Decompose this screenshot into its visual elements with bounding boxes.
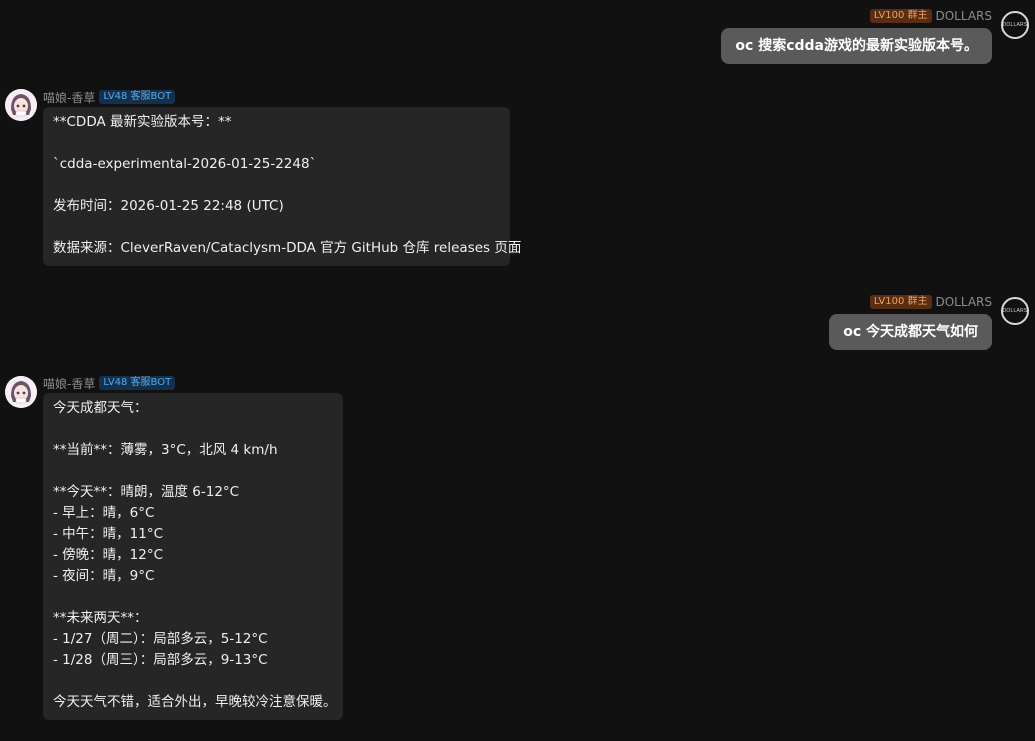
message-meta: LV100 群主 DOLLARS (829, 294, 992, 310)
bot-avatar[interactable] (5, 89, 37, 121)
level-badge: LV48 客服BOT (99, 376, 176, 390)
bubble-line: **未来两天**： (53, 610, 148, 626)
chat-window: LV100 群主 DOLLARS oc 搜索cdda游戏的最新实验版本号。 DO… (0, 0, 1035, 741)
bubble-line: - 早上：晴，6°C (53, 505, 155, 521)
bot-name[interactable]: 喵娘-香草 (43, 89, 95, 106)
user-message-2: LV100 群主 DOLLARS oc 今天成都天气如何 (829, 294, 992, 350)
avatar-label: DOLLARS (1002, 308, 1028, 314)
bot-avatar-image (5, 89, 37, 121)
bubble-line: 今天成都天气： (53, 400, 148, 416)
bubble-line (53, 175, 500, 196)
bubble-line: - 傍晚：晴，12°C (53, 547, 164, 563)
user-name[interactable]: DOLLARS (936, 9, 993, 23)
message-meta: 喵娘-香草 LV48 客服BOT (43, 89, 510, 105)
level-badge: LV100 群主 (869, 9, 932, 23)
bot-message-1: 喵娘-香草 LV48 客服BOT **CDDA 最新实验版本号：** `cdda… (43, 89, 522, 266)
bubble-line: **今天**：晴朗，温度 6-12°C (53, 484, 240, 500)
bot-name[interactable]: 喵娘-香草 (43, 375, 95, 392)
bubble-line: **当前**：薄雾，3°C，北风 4 km/h (53, 442, 278, 458)
bubble-line (53, 587, 333, 608)
bubble-line (53, 461, 333, 482)
bubble-line: 今天天气不错，适合外出，早晚较冷注意保暖。 (53, 694, 337, 710)
user-avatar[interactable]: DOLLARS (1001, 11, 1029, 39)
avatar-label: DOLLARS (1002, 22, 1028, 28)
message-meta: LV100 群主 DOLLARS (721, 8, 992, 24)
bubble-line: **CDDA 最新实验版本号：** (53, 114, 232, 130)
bot-bubble[interactable]: 今天成都天气： **当前**：薄雾，3°C，北风 4 km/h **今天**：晴… (43, 393, 343, 720)
bubble-line: - 中午：晴，11°C (53, 526, 164, 542)
bubble-line: 发布时间：2026-01-25 22:48 (UTC) (53, 198, 284, 214)
bubble-line: - 1/27（周二）：局部多云，5-12°C (53, 631, 268, 647)
bubble-line (53, 133, 500, 154)
user-name[interactable]: DOLLARS (936, 295, 993, 309)
bot-bubble[interactable]: **CDDA 最新实验版本号：** `cdda-experimental-202… (43, 107, 522, 266)
bot-avatar[interactable] (5, 376, 37, 408)
user-bubble[interactable]: oc 搜索cdda游戏的最新实验版本号。 (721, 28, 992, 64)
level-badge: LV48 客服BOT (99, 90, 176, 104)
bubble-line: 数据来源：CleverRaven/Cataclysm-DDA 官方 GitHub… (53, 240, 522, 256)
bubble-line: - 1/28（周三）：局部多云，9-13°C (53, 652, 268, 668)
user-avatar[interactable]: DOLLARS (1001, 297, 1029, 325)
bot-avatar-image (5, 376, 37, 408)
bot-message-2: 喵娘-香草 LV48 客服BOT 今天成都天气： **当前**：薄雾，3°C，北… (43, 375, 343, 720)
bubble-line (53, 419, 333, 440)
bubble-line (53, 217, 500, 238)
bubble-line: `cdda-experimental-2026-01-25-2248` (53, 156, 317, 172)
user-bubble[interactable]: oc 今天成都天气如何 (829, 314, 992, 350)
message-meta: 喵娘-香草 LV48 客服BOT (43, 375, 343, 391)
bubble-line: - 夜间：晴，9°C (53, 568, 155, 584)
bubble-line (53, 671, 333, 692)
level-badge: LV100 群主 (869, 295, 932, 309)
user-message-1: LV100 群主 DOLLARS oc 搜索cdda游戏的最新实验版本号。 (721, 8, 992, 64)
